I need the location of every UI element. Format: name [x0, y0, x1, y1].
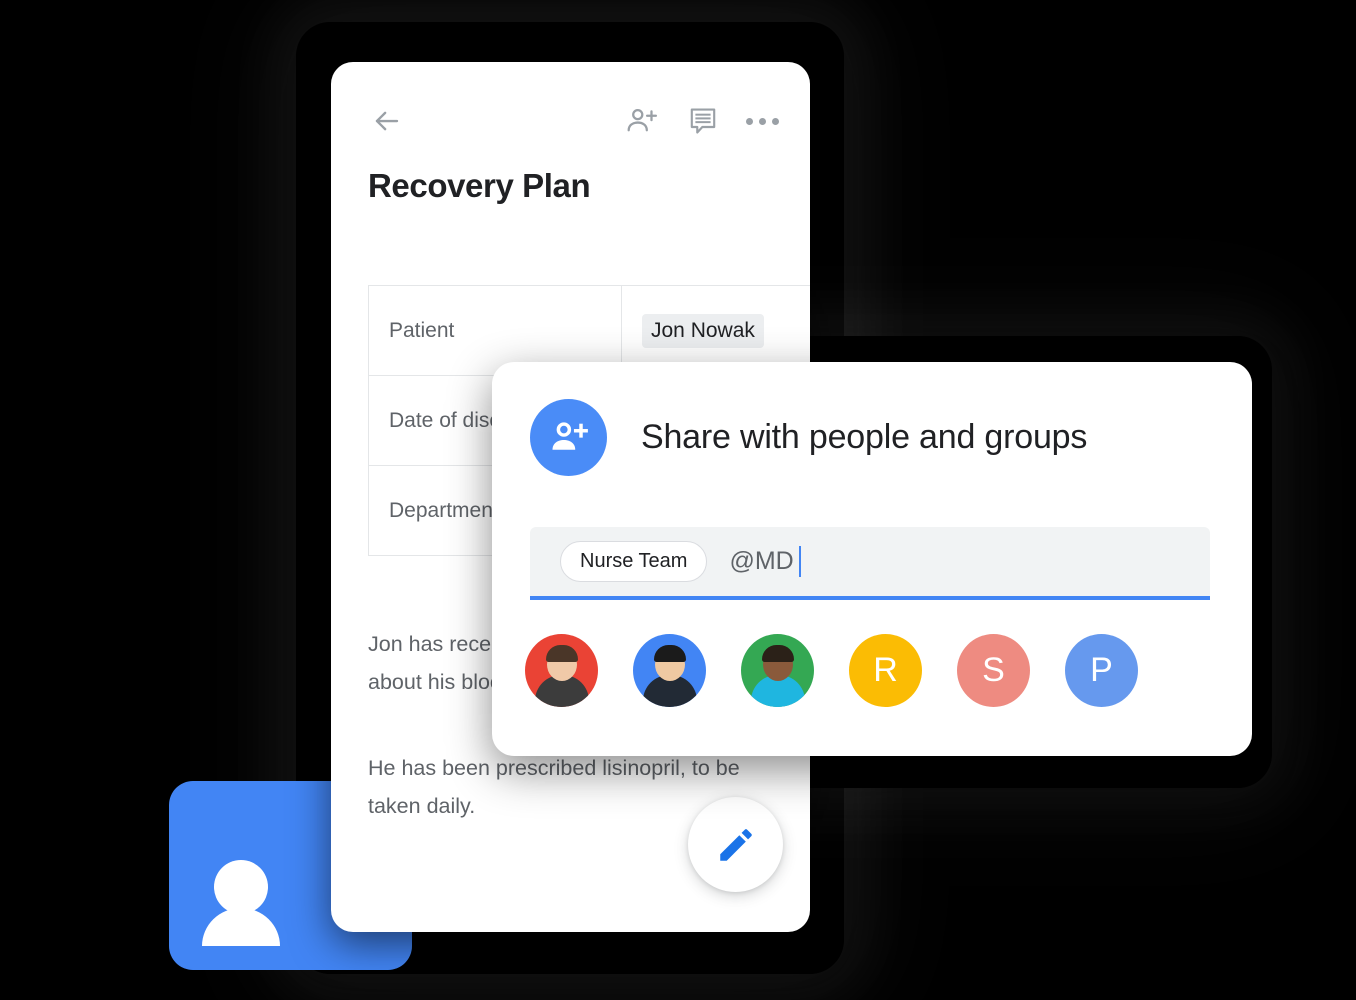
comment-icon[interactable] — [682, 100, 724, 142]
share-dialog-title: Share with people and groups — [641, 418, 1088, 456]
avatar-initial: R — [873, 651, 898, 689]
share-dialog-header: Share with people and groups — [530, 399, 1087, 476]
back-arrow-glyph — [375, 111, 399, 131]
share-input-value-wrap: @MD — [729, 546, 801, 577]
share-input-value: @MD — [729, 547, 794, 575]
suggestion-avatar-s[interactable]: S — [957, 634, 1030, 707]
add-person-glyph — [627, 108, 658, 132]
highlighted-value: Jon Nowak — [642, 313, 764, 348]
more-options-icon[interactable] — [741, 100, 783, 142]
add-person-icon[interactable] — [621, 100, 663, 142]
suggestion-avatar-3[interactable] — [741, 634, 814, 707]
person-add-icon — [530, 399, 607, 476]
suggested-people-row: R S P — [525, 634, 1138, 707]
comment-glyph — [690, 108, 716, 134]
avatar-hair — [761, 645, 794, 662]
more-options-glyph — [745, 117, 779, 125]
avatar-hair — [545, 645, 578, 662]
avatar-hair — [653, 645, 686, 662]
edit-fab-button[interactable] — [688, 797, 783, 892]
pencil-icon — [719, 828, 752, 861]
share-recipients-input[interactable]: Nurse Team @MD — [530, 527, 1210, 600]
document-title: Recovery Plan — [368, 167, 591, 204]
avatar-initial: P — [1090, 651, 1113, 689]
screenshot-root: Recovery Plan Patient Jon Nowak Date of … — [0, 0, 1356, 1000]
suggestion-avatar-2[interactable] — [633, 634, 706, 707]
person-add-glyph — [552, 421, 588, 450]
suggestion-avatar-r[interactable]: R — [849, 634, 922, 707]
back-arrow-icon[interactable] — [366, 100, 408, 142]
suggestion-avatar-p[interactable]: P — [1065, 634, 1138, 707]
document-toolbar — [331, 62, 810, 164]
recipient-chip[interactable]: Nurse Team — [560, 541, 708, 582]
share-dialog: Share with people and groups Nurse Team … — [492, 362, 1252, 756]
text-caret — [798, 546, 801, 577]
avatar-initial: S — [982, 651, 1005, 689]
suggestion-avatar-1[interactable] — [525, 634, 598, 707]
